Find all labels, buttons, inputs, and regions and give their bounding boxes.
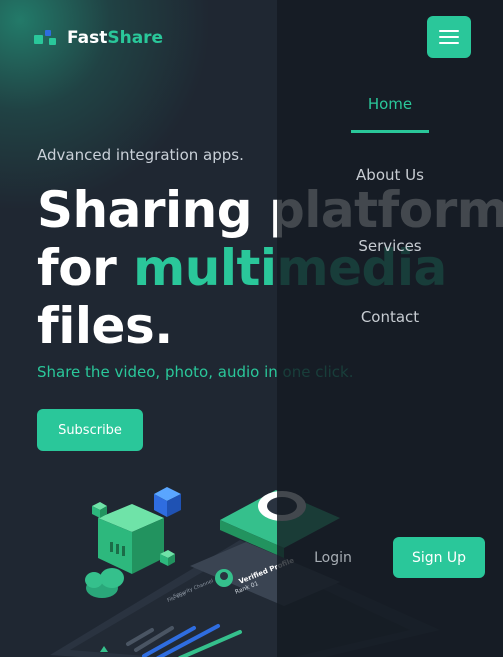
brand-name-part2: Share: [107, 28, 164, 48]
subscribe-button[interactable]: Subscribe: [37, 409, 143, 451]
hamburger-icon-line: [439, 36, 459, 38]
green-cube-icon: [98, 504, 164, 574]
blue-cube-icon: [154, 487, 181, 517]
brand-name-part1: Fast: [67, 28, 108, 48]
nav-item-home[interactable]: Home: [277, 95, 503, 113]
hamburger-icon: [439, 30, 459, 32]
menu-toggle-button[interactable]: [427, 16, 471, 58]
nav-item-about-us[interactable]: About Us: [277, 166, 503, 184]
cloud-icon: [85, 568, 124, 598]
headline-for: for: [37, 239, 134, 297]
nav-item-services[interactable]: Services: [277, 237, 503, 255]
hero-tagline: Advanced integration apps.: [37, 146, 244, 164]
nav-item-contact[interactable]: Contact: [277, 308, 503, 326]
nav-active-indicator: [351, 130, 429, 133]
signup-button[interactable]: Sign Up: [393, 537, 485, 578]
brand-name: FastShare: [67, 28, 163, 48]
login-button[interactable]: Login: [290, 537, 376, 578]
page: FastShare Advanced integration apps. Sha…: [0, 0, 503, 657]
brand-logo[interactable]: FastShare: [34, 28, 163, 48]
hamburger-icon-line: [439, 42, 459, 44]
logo-mark-icon: [34, 30, 58, 46]
